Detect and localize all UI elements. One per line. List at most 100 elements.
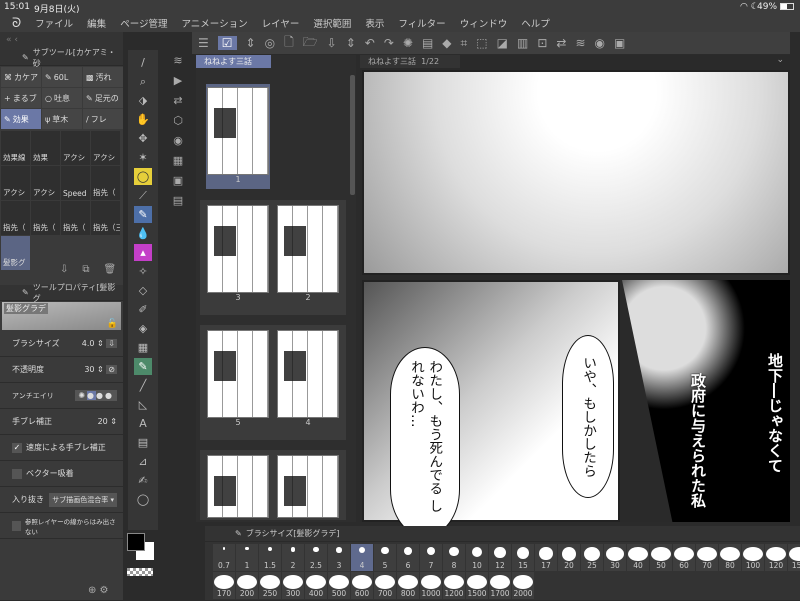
move-layer-icon[interactable]: ⬗	[134, 92, 152, 109]
invert-selection-icon[interactable]: ◪	[497, 36, 508, 50]
frame-border-icon[interactable]: ◺	[134, 396, 152, 413]
vector-snap-checkbox[interactable]	[12, 468, 22, 479]
brush-size-option[interactable]: 2.5	[305, 544, 327, 571]
figure-icon[interactable]: ✎	[134, 358, 152, 375]
open-folder-icon[interactable]: 🗁	[303, 33, 318, 54]
brush-size-option[interactable]: 150	[788, 544, 800, 571]
brush-size-option[interactable]: 50	[650, 544, 672, 571]
menu-file[interactable]: ファイル	[35, 16, 73, 30]
magic-wand-icon[interactable]: ✶	[134, 149, 152, 166]
page-thumb[interactable]	[276, 455, 340, 518]
color-swatch[interactable]	[124, 530, 160, 580]
spinner-icon[interactable]: ✺	[403, 36, 413, 50]
page-icon[interactable]: ▣	[173, 174, 183, 187]
brush-size-option[interactable]: 500	[328, 572, 350, 599]
material-icon[interactable]: ⬡	[173, 114, 183, 127]
brush-size-option[interactable]: 100	[742, 544, 764, 571]
brush-size-option[interactable]: 70	[696, 544, 718, 571]
brush-item[interactable]: 効果線	[1, 131, 30, 165]
pressure-icon[interactable]: ⇩	[106, 339, 117, 348]
ref-layer-checkbox[interactable]	[12, 520, 21, 531]
brush-size-option[interactable]: 80	[719, 544, 741, 571]
eraser-icon[interactable]: ◇	[134, 282, 152, 299]
menu-page[interactable]: ページ管理	[120, 16, 167, 30]
sub-view-icon[interactable]: ▦	[173, 154, 183, 167]
brush-item[interactable]: 指先（	[61, 201, 90, 235]
undo-icon[interactable]: ↶	[365, 36, 375, 50]
crop-icon[interactable]: ⌗	[461, 36, 468, 51]
brush-size-option[interactable]: 170	[213, 572, 235, 599]
import-icon[interactable]: ⇩	[60, 264, 68, 275]
circle-icon[interactable]: ◉	[595, 36, 605, 50]
brush-size-option[interactable]: 0.7	[213, 544, 235, 571]
canvas-tab[interactable]: ねねよす三話 1/22	[360, 55, 460, 68]
updown-icon[interactable]: ⇕	[246, 36, 256, 50]
brush-size-value[interactable]: 4.0	[82, 339, 95, 348]
scrollbar[interactable]	[350, 75, 355, 195]
brush-item[interactable]: 指先（三	[91, 201, 120, 235]
brush-size-option[interactable]: 1500	[466, 572, 488, 599]
brush-size-option[interactable]: 2000	[512, 572, 534, 599]
airbrush-icon[interactable]: ▴	[134, 244, 152, 261]
menu-layer[interactable]: レイヤー	[262, 16, 300, 30]
brush-size-option[interactable]: 120	[765, 544, 787, 571]
hand-icon[interactable]: ✋	[134, 111, 152, 128]
brush-size-option[interactable]: 30	[604, 544, 626, 571]
brush-size-option[interactable]: 1.5	[259, 544, 281, 571]
main-color[interactable]	[127, 533, 145, 551]
subtool-group-selected[interactable]: ✎ 効果	[1, 109, 41, 129]
fill-bucket-icon[interactable]: ◈	[134, 320, 152, 337]
page-panel-tab[interactable]: ねねよす三話	[196, 55, 271, 68]
trash-icon[interactable]: 🗑	[104, 264, 117, 275]
page-thumb[interactable]: 4	[276, 330, 340, 438]
menu-edit[interactable]: 編集	[87, 16, 106, 30]
brush-size-option[interactable]: 250	[259, 572, 281, 599]
speed-stab-row[interactable]: ✓ 速度による手ブレ補正	[0, 435, 123, 461]
subtool-group[interactable]: ⌘ カケア	[1, 67, 41, 87]
chevron-down-icon[interactable]: ⌄	[776, 55, 784, 65]
save-icon[interactable]: ⇩	[327, 36, 337, 50]
pen-tool-icon[interactable]: ✎	[134, 206, 152, 223]
lasso-icon[interactable]: ◯	[134, 168, 152, 185]
brush-item[interactable]: Speed	[61, 166, 90, 200]
brush-size-option[interactable]: 5	[374, 544, 396, 571]
brush-size-option[interactable]: 1200	[443, 572, 465, 599]
duplicate-icon[interactable]: ⧉	[82, 264, 89, 275]
brush-size-option[interactable]: 60	[673, 544, 695, 571]
stabilization-value[interactable]: 20	[98, 417, 108, 426]
page-thumb[interactable]: 5	[206, 330, 270, 438]
correct-line-icon[interactable]: ✍	[134, 472, 152, 489]
page-thumb[interactable]: 2	[276, 205, 340, 313]
brush-item-selected[interactable]: 髪影グ	[1, 236, 30, 270]
page-thumb-selected[interactable]: 1	[206, 84, 270, 189]
brush-item[interactable]: 指先（	[1, 201, 30, 235]
brush-size-option[interactable]: 17	[535, 544, 557, 571]
pen-icon[interactable]: /	[134, 54, 152, 71]
brush-size-option[interactable]: 6	[397, 544, 419, 571]
page-thumb[interactable]	[206, 455, 270, 518]
opacity-value[interactable]: 30	[84, 365, 94, 374]
ruler-icon[interactable]: ⊿	[134, 453, 152, 470]
page-thumb[interactable]: 3	[206, 205, 270, 313]
ref-layer-row[interactable]: 参照レイヤーの線からはみ出さない	[0, 513, 123, 539]
brush-item[interactable]: アクシ	[61, 131, 90, 165]
brush-size-option[interactable]: 1000	[420, 572, 442, 599]
brush-item[interactable]: 指先（	[91, 166, 120, 200]
decoration-icon[interactable]: ✧	[134, 263, 152, 280]
eyedropper-icon[interactable]: ⟋	[134, 187, 152, 204]
brush-size-option[interactable]: 400	[305, 572, 327, 599]
balloon-icon[interactable]: ▤	[134, 434, 152, 451]
blend-icon[interactable]: 💧	[134, 225, 152, 242]
subtool-group[interactable]: ○ 吐息	[42, 88, 82, 108]
navigator-icon[interactable]: ◉	[173, 134, 183, 147]
brush-size-option[interactable]: 40	[627, 544, 649, 571]
brush-size-option[interactable]: 1700	[489, 572, 511, 599]
brush-size-option[interactable]: 200	[236, 572, 258, 599]
timeline-icon[interactable]: ⇄	[173, 94, 182, 107]
layers-icon[interactable]: ≋	[575, 36, 585, 50]
taper-dropdown[interactable]: サブ描画色混合率 ▾	[49, 492, 117, 507]
updown-icon[interactable]: ⇕	[346, 36, 356, 50]
animation-icon[interactable]: ▶	[174, 74, 182, 87]
brush-size-option[interactable]: 15	[512, 544, 534, 571]
brush-size-option[interactable]: 3	[328, 544, 350, 571]
